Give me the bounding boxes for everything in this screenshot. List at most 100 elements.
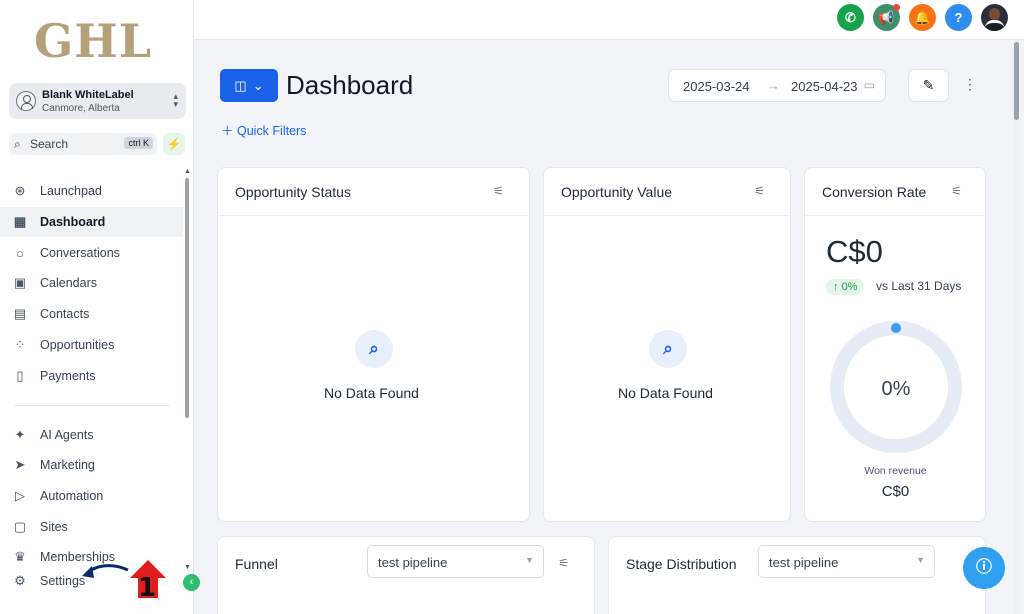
phone-icon[interactable]: ✆ — [837, 4, 864, 31]
opportunities-icon: ⁘ — [14, 337, 26, 352]
sidebar-item-ai-agents[interactable]: ✦ AI Agents — [0, 420, 183, 450]
filter-settings-icon[interactable]: ⚟ — [558, 556, 569, 570]
card-title: Conversion Rate — [822, 184, 927, 200]
quick-filters-button[interactable]: ＋ Quick Filters — [221, 120, 306, 139]
chevron-down-icon: ⌄ — [252, 77, 264, 93]
account-switcher[interactable]: Blank WhiteLabel Canmore, Alberta ▴ ▾ — [9, 83, 186, 119]
help-icon[interactable]: ? — [945, 4, 972, 31]
sidebar-item-launchpad[interactable]: ⊛ Launchpad — [0, 176, 183, 206]
sidebar-item-contacts[interactable]: ▤ Contacts — [0, 299, 183, 329]
sidebar-collapse-button[interactable]: ‹ — [183, 574, 200, 591]
date-from: 2025-03-24 — [683, 79, 750, 94]
sidebar-item-label: Dashboard — [40, 215, 106, 229]
sidebar-item-label: Payments — [40, 369, 96, 383]
chevron-down-icon: ▼ — [525, 555, 534, 565]
won-revenue-label: Won revenue — [864, 465, 927, 477]
funnel-card: Funnel test pipeline ▼ ⚟ — [217, 536, 595, 614]
top-bar: ✆ 📢 🔔 ? — [194, 0, 1024, 40]
sidebar-item-calendars[interactable]: ▣ Calendars — [0, 268, 183, 298]
sidebar-item-label: Sites — [40, 520, 68, 534]
date-range-picker[interactable]: 2025-03-24 → 2025-04-23 ▭ — [668, 69, 886, 102]
empty-search-icon: ⌕ — [649, 330, 687, 368]
card-title: Opportunity Value — [561, 184, 673, 200]
bell-icon[interactable]: 🔔 — [909, 4, 936, 31]
search-input[interactable]: ⌕ Search ctrl K — [9, 133, 157, 155]
sidebar-item-marketing[interactable]: ➤ Marketing — [0, 450, 183, 480]
card-title: Funnel — [235, 556, 278, 572]
sidebar-item-label: AI Agents — [40, 428, 94, 442]
user-avatar[interactable] — [981, 4, 1008, 31]
payments-icon: ▯ — [16, 368, 24, 383]
annotation-step-number: 1 — [138, 573, 156, 603]
calendar-icon: ▭ — [863, 78, 875, 92]
sidebar-item-label: Settings — [40, 574, 86, 588]
sites-icon: ▢ — [13, 519, 27, 534]
change-badge: ↑ 0% — [826, 279, 865, 295]
dashboard-switcher-button[interactable]: ◫ ⌄ — [220, 69, 278, 102]
edit-dashboard-button[interactable]: ✎ — [908, 69, 949, 102]
empty-state-text: No Data Found — [324, 385, 419, 401]
search-icon: ⌕ — [14, 137, 21, 151]
sidebar-scrollbar[interactable] — [185, 178, 189, 418]
grid-icon: ▦ — [13, 214, 27, 229]
chevron-down-icon: ▼ — [916, 555, 925, 565]
notification-dot — [893, 4, 900, 11]
pipeline-select[interactable]: test pipeline ▼ — [758, 545, 935, 578]
stage-distribution-card: Stage Distribution test pipeline ▼ — [608, 536, 986, 614]
sidebar-item-payments[interactable]: ▯ Payments — [0, 361, 183, 391]
sidebar-item-label: Conversations — [40, 246, 120, 260]
scroll-up-arrow-icon[interactable]: ▲ — [184, 168, 191, 175]
opportunity-status-card: Opportunity Status ⚟ ⌕ No Data Found — [217, 167, 530, 522]
filter-settings-icon[interactable]: ⚟ — [951, 184, 962, 198]
chevron-updown-icon: ▴ ▾ — [173, 91, 178, 109]
layout-icon: ◫ — [234, 77, 247, 93]
main-scrollbar[interactable] — [1013, 40, 1020, 614]
sidebar-item-label: Automation — [40, 489, 104, 503]
arrow-right-icon: → — [767, 78, 780, 93]
conversion-gauge: 0% — [830, 321, 962, 453]
megaphone-icon[interactable]: 📢 — [873, 4, 900, 31]
chat-widget-button[interactable]: ⓘ — [963, 547, 1005, 589]
sidebar-item-dashboard[interactable]: ▦ Dashboard — [0, 207, 183, 237]
won-revenue-value: C$0 — [881, 483, 910, 500]
empty-state-text: No Data Found — [618, 385, 713, 401]
calendar-icon: ▣ — [13, 275, 27, 290]
account-location: Canmore, Alberta — [42, 103, 120, 114]
conversion-rate-card: Conversion Rate ⚟ C$0 ↑ 0% vs Last 31 Da… — [804, 167, 986, 522]
sidebar-item-automation[interactable]: ▷ Automation — [0, 481, 183, 511]
sidebar: GHL Blank WhiteLabel Canmore, Alberta ▴ ▾… — [0, 0, 194, 614]
membership-icon: ♛ — [14, 549, 26, 564]
search-label: Search — [30, 137, 69, 151]
change-value: 0% — [841, 281, 858, 293]
date-to: 2025-04-23 — [791, 79, 858, 94]
filter-settings-icon[interactable]: ⚟ — [493, 184, 504, 198]
quick-action-bolt-icon[interactable]: ⚡ — [163, 133, 185, 155]
card-title: Opportunity Status — [235, 184, 351, 200]
sparkle-icon: ✦ — [14, 427, 26, 442]
brand-logo[interactable]: GHL — [34, 14, 152, 68]
sidebar-item-sites[interactable]: ▢ Sites — [0, 512, 183, 542]
pencil-icon: ✎ — [922, 77, 935, 93]
pipeline-value: test pipeline — [769, 555, 839, 570]
gear-icon: ⚙ — [14, 573, 26, 588]
more-options-icon[interactable]: ⋮ — [963, 76, 977, 93]
send-icon: ➤ — [14, 457, 26, 472]
sidebar-item-conversations[interactable]: ○ Conversations — [0, 238, 183, 268]
gauge-indicator — [891, 323, 901, 333]
card-header: Conversion Rate ⚟ — [805, 168, 985, 216]
pipeline-select[interactable]: test pipeline ▼ — [367, 545, 544, 578]
chat-icon: ○ — [16, 245, 24, 261]
contacts-icon: ▤ — [13, 306, 27, 321]
search-shortcut: ctrl K — [124, 137, 153, 149]
filter-settings-icon[interactable]: ⚟ — [754, 184, 765, 198]
sidebar-item-opportunities[interactable]: ⁘ Opportunities — [0, 330, 183, 360]
card-header: Opportunity Status ⚟ — [218, 168, 529, 216]
play-icon: ▷ — [15, 488, 25, 503]
conversion-value: C$0 — [826, 234, 883, 269]
page-title: Dashboard — [286, 70, 414, 100]
empty-search-icon: ⌕ — [355, 330, 393, 368]
sidebar-item-label: Opportunities — [40, 338, 115, 352]
scrollbar-thumb[interactable] — [1014, 42, 1019, 120]
pipeline-value: test pipeline — [378, 555, 448, 570]
sidebar-divider — [14, 405, 170, 406]
